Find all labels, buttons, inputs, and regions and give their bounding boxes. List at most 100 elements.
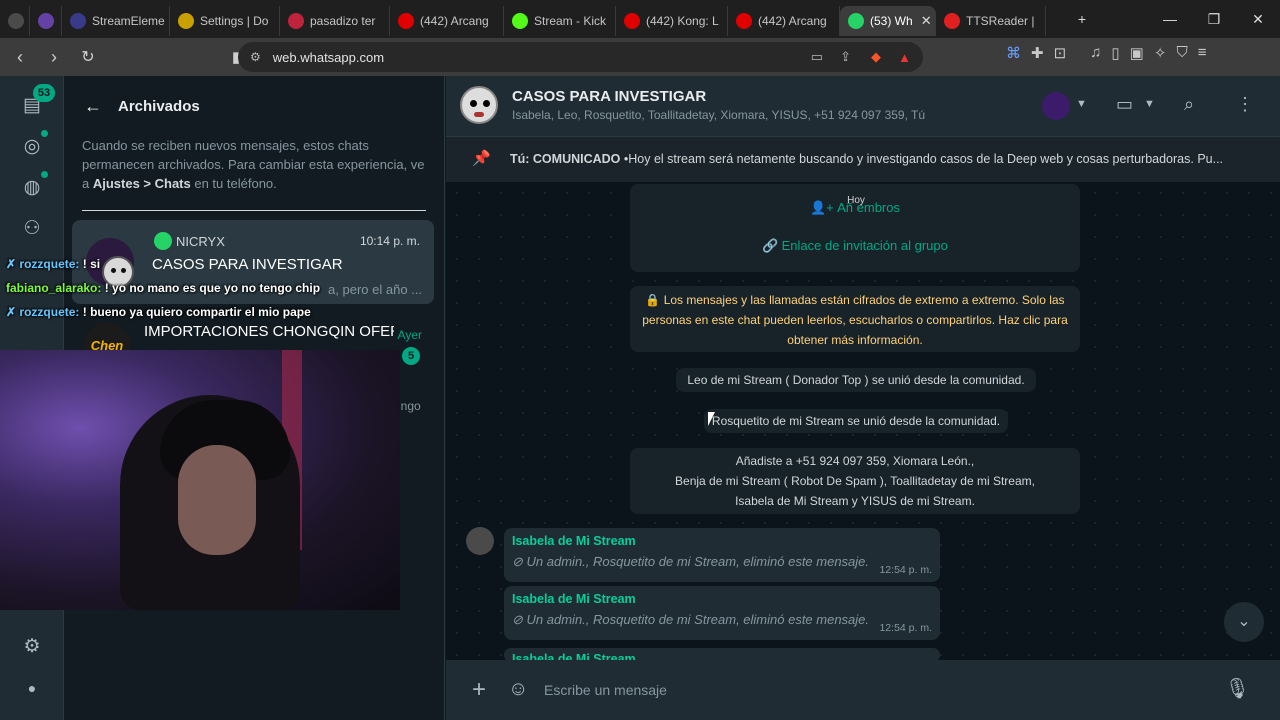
streamelements-icon bbox=[70, 13, 86, 29]
settings-icon bbox=[178, 13, 194, 29]
screenshot-icon[interactable]: ⊡ bbox=[1054, 44, 1067, 62]
browser-tab[interactable]: (442) Kong: L bbox=[616, 6, 728, 36]
message-input[interactable]: Escribe un mensaje bbox=[534, 670, 1214, 710]
tab-label: pasadizo ter bbox=[310, 14, 376, 28]
message-bubble[interactable]: Isabela de Mi Stream ⊘ Un admin., Rosque… bbox=[504, 528, 940, 582]
extensions-icon[interactable]: ✚ bbox=[1031, 44, 1044, 62]
streamer-face bbox=[178, 445, 256, 555]
invite-link-row[interactable]: 🔗 Enlace de invitación al grupo bbox=[630, 236, 1080, 256]
chat-text: ! yo no mano es que yo no tengo chip bbox=[101, 281, 321, 295]
encryption-notice[interactable]: 🔒 Los mensajes y las llamadas están cifr… bbox=[630, 286, 1080, 352]
communities-icon[interactable]: ⚇ bbox=[20, 217, 44, 241]
conversation-header[interactable]: CASOS PARA INVESTIGAR Isabela, Leo, Rosq… bbox=[446, 76, 1280, 136]
sticker-icon[interactable]: ☺ bbox=[508, 678, 528, 701]
back-arrow-icon[interactable]: ← bbox=[84, 96, 102, 117]
webcam-overlay bbox=[0, 350, 400, 610]
chat-preview-text: a, pero el año ... bbox=[328, 282, 422, 297]
restore-icon[interactable]: ❐ bbox=[1192, 11, 1236, 28]
browser-tab[interactable]: TTSReader | bbox=[936, 6, 1046, 36]
browser-tab[interactable]: Stream - Kick bbox=[504, 6, 616, 36]
video-call-icon[interactable]: ▭ bbox=[1116, 94, 1133, 115]
forward-icon[interactable]: › bbox=[40, 47, 68, 68]
pinned-prefix: Tú: COMUNICADO bbox=[510, 152, 621, 166]
attach-icon[interactable]: + bbox=[472, 676, 486, 704]
message-time: 12:54 p. m. bbox=[879, 622, 932, 634]
settings-icon[interactable]: ⚙ bbox=[20, 635, 44, 659]
wallet-icon[interactable]: ▣ bbox=[1130, 44, 1144, 62]
pinned-body: •Hoy el stream será netamente buscando y… bbox=[620, 152, 1224, 166]
microphone-icon[interactable]: 🎙 bbox=[1225, 676, 1250, 701]
stream-chat-message: ✗ rozzquete: ! si bbox=[6, 257, 100, 271]
sender-avatar[interactable] bbox=[466, 527, 494, 555]
minimize-icon[interactable]: — bbox=[1148, 11, 1192, 27]
message-sender[interactable]: Isabela de Mi Stream bbox=[512, 534, 636, 548]
search-icon[interactable]: ⌕ bbox=[1184, 94, 1194, 115]
system-message: Rosquetito de mi Stream se unió desde la… bbox=[704, 409, 1008, 433]
close-window-icon[interactable]: ✕ bbox=[1236, 11, 1280, 28]
brave-rewards-icon[interactable]: ▲ bbox=[898, 50, 911, 65]
brave-shield-icon[interactable]: ◆ bbox=[871, 49, 881, 65]
tab-label: TTSReader | bbox=[966, 14, 1035, 28]
vpn-icon[interactable]: ⛉ bbox=[1176, 44, 1187, 62]
site-settings-icon[interactable]: ⚙ bbox=[250, 50, 261, 64]
pinned-message[interactable]: 📌 Tú: COMUNICADO •Hoy el stream será net… bbox=[446, 136, 1280, 182]
close-tab-icon[interactable]: ✕ bbox=[921, 13, 932, 29]
chevron-down-icon[interactable]: ▼ bbox=[1144, 98, 1155, 110]
chat-name-importaciones[interactable]: IMPORTACIONES CHONGQIN OFER... bbox=[144, 323, 394, 340]
tab-label: Stream - Kick bbox=[534, 14, 607, 28]
deleted-text: Un admin., Rosquetito de mi Stream, elim… bbox=[526, 554, 870, 569]
message-sender[interactable]: Isabela de Mi Stream bbox=[512, 592, 636, 606]
browser-tab[interactable]: pasadizo ter bbox=[280, 6, 390, 36]
group-avatar[interactable] bbox=[460, 86, 498, 124]
archived-header: ← Archivados bbox=[84, 96, 200, 117]
unread-badge: 53 bbox=[33, 84, 55, 102]
invite-link: Enlace de invitación al grupo bbox=[781, 238, 948, 253]
chat-sender: NICRYX bbox=[154, 232, 225, 250]
browser-tab[interactable]: (442) Arcang bbox=[728, 6, 840, 36]
chevron-down-icon[interactable]: ▼ bbox=[1076, 98, 1087, 110]
status-icon[interactable]: ◎ bbox=[20, 135, 44, 159]
new-tab-icon[interactable]: + bbox=[1060, 11, 1104, 27]
system-message-added: Añadiste a +51 924 097 359, Xiomara León… bbox=[630, 448, 1080, 514]
browser-tab[interactable] bbox=[30, 6, 62, 36]
window-controls: + — ❐ ✕ bbox=[1078, 0, 1280, 38]
deleted-message: ⊘ Un admin., Rosquetito de mi Stream, el… bbox=[512, 612, 869, 628]
chat-time-importaciones: Ayer bbox=[397, 328, 422, 342]
browser-tab[interactable]: (53) Wh ✕ bbox=[840, 6, 936, 36]
install-icon[interactable]: ▭ bbox=[811, 49, 823, 65]
mouse-cursor bbox=[708, 412, 715, 426]
blocked-icon: ⊘ bbox=[512, 554, 523, 569]
archived-info: Cuando se reciben nuevos mensajes, estos… bbox=[82, 136, 432, 193]
menu-icon[interactable]: ≡ bbox=[1198, 44, 1207, 62]
leo-icon[interactable]: ✧ bbox=[1154, 44, 1167, 62]
record-icon bbox=[288, 13, 304, 29]
system-line: Añadiste a +51 924 097 359, Xiomara León… bbox=[735, 454, 975, 468]
browser-tab[interactable]: StreamEleme bbox=[62, 6, 170, 36]
browser-tab[interactable]: Settings | Do bbox=[170, 6, 280, 36]
browser-tab[interactable]: (442) Arcang bbox=[390, 6, 504, 36]
tab-label: (442) Arcang bbox=[420, 14, 489, 28]
sidebar-icon[interactable]: ▯ bbox=[1111, 44, 1119, 62]
group-members: Isabela, Leo, Rosquetito, Toallitadetay,… bbox=[512, 108, 926, 122]
music-icon[interactable]: ♫ bbox=[1090, 44, 1101, 62]
back-icon[interactable]: ‹ bbox=[6, 47, 34, 68]
unread-badge-importaciones: 5 bbox=[402, 347, 420, 365]
add-member-icon: 👤+ bbox=[810, 200, 834, 215]
browser-tab[interactable] bbox=[0, 6, 30, 36]
chat-preview-tail: ingo bbox=[398, 399, 421, 413]
channels-icon[interactable]: ◍ bbox=[20, 176, 44, 200]
tab-label: (442) Arcang bbox=[758, 14, 827, 28]
share-icon[interactable]: ⇪ bbox=[840, 49, 851, 65]
divider bbox=[82, 210, 426, 211]
community-avatar-icon[interactable] bbox=[1042, 92, 1070, 120]
reload-icon[interactable]: ↻ bbox=[74, 47, 102, 67]
translate-icon[interactable]: ⌘ bbox=[1006, 44, 1021, 62]
chat-user: rozzquete: bbox=[19, 305, 80, 319]
composer: + ☺ Escribe un mensaje 🎙 bbox=[446, 660, 1280, 720]
profile-icon[interactable]: ● bbox=[20, 676, 44, 700]
scroll-down-button[interactable]: ⌄ bbox=[1224, 602, 1264, 642]
address-bar[interactable]: ⚙ web.whatsapp.com ▭ ⇪ ◆ ▲ bbox=[238, 42, 923, 72]
system-message: Leo de mi Stream ( Donador Top ) se unió… bbox=[676, 368, 1036, 392]
menu-icon[interactable]: ⋮ bbox=[1236, 94, 1254, 115]
message-bubble[interactable]: Isabela de Mi Stream ⊘ Un admin., Rosque… bbox=[504, 586, 940, 640]
